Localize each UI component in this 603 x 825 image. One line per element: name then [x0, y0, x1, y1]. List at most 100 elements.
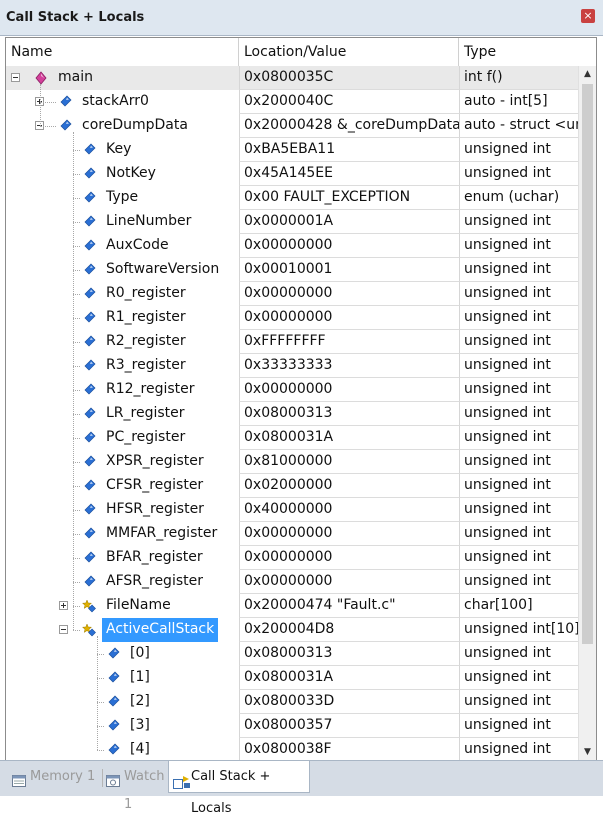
tree-guide-line — [73, 366, 80, 367]
tab-memory-1[interactable]: Memory 1 — [8, 763, 100, 791]
value-cell[interactable]: 0x0800033D — [239, 690, 459, 714]
type-cell: unsigned int — [459, 282, 578, 306]
value-cell[interactable]: 0x20000428 &_coreDumpData — [239, 114, 459, 138]
value-cell[interactable]: 0x40000000 — [239, 498, 459, 522]
scroll-down-icon[interactable]: ▼ — [579, 744, 596, 760]
scroll-up-icon[interactable]: ▲ — [579, 66, 596, 83]
collapse-icon[interactable] — [11, 73, 20, 82]
tree-row-auxcode[interactable]: AuxCode 0x00000000 unsigned int — [6, 234, 578, 258]
tree-row-activecallstack[interactable]: ActiveCallStack 0x200004D8 unsigned int[10… — [6, 618, 578, 642]
tree-row-bfar-register[interactable]: BFAR_register 0x00000000 unsigned int — [6, 546, 578, 570]
blue-diamond-icon — [106, 646, 120, 660]
value-cell[interactable]: 0x81000000 — [239, 450, 459, 474]
tree-row-key[interactable]: Key 0xBA5EBA11 unsigned int — [6, 138, 578, 162]
tree-guide-line — [73, 510, 80, 511]
tree-guide-line — [73, 222, 80, 223]
tree-guide-line — [73, 150, 80, 151]
tree-row-linenumber[interactable]: LineNumber 0x0000001A unsigned int — [6, 210, 578, 234]
tree-row-hfsr-register[interactable]: HFSR_register 0x40000000 unsigned int — [6, 498, 578, 522]
value-cell[interactable]: 0xBA5EBA11 — [239, 138, 459, 162]
value-cell[interactable]: 0x00000000 — [239, 570, 459, 594]
value-cell[interactable]: 0x2000040C — [239, 90, 459, 114]
value-cell[interactable]: 0x200004D8 — [239, 618, 459, 642]
expand-icon[interactable] — [59, 601, 68, 610]
value-cell[interactable]: 0x00000000 — [239, 234, 459, 258]
tree-guide-line — [73, 294, 80, 295]
blue-diamond-icon — [58, 94, 72, 108]
tree-row-r0-register[interactable]: R0_register 0x00000000 unsigned int — [6, 282, 578, 306]
value-cell[interactable]: 0x00000000 — [239, 522, 459, 546]
value-cell[interactable]: 0xFFFFFFFF — [239, 330, 459, 354]
tree-guide-line — [97, 678, 104, 679]
value-cell[interactable]: 0x0000001A — [239, 210, 459, 234]
value-cell[interactable]: 0x00000000 — [239, 306, 459, 330]
tree-row-coredumpdata[interactable]: coreDumpData 0x20000428 &_coreDumpData aut… — [6, 114, 578, 138]
tree-row-r1-register[interactable]: R1_register 0x00000000 unsigned int — [6, 306, 578, 330]
value-cell[interactable]: 0x00 FAULT_EXCEPTION — [239, 186, 459, 210]
tree-row-r2-register[interactable]: R2_register 0xFFFFFFFF unsigned int — [6, 330, 578, 354]
close-icon[interactable]: × — [581, 9, 595, 23]
tab-call-stack-locals[interactable]: Call Stack + Locals — [168, 761, 310, 816]
blue-diamond-icon — [82, 502, 96, 516]
name-cell: Key — [6, 138, 239, 162]
value-cell[interactable]: 0x45A145EE — [239, 162, 459, 186]
tree-row-r12-register[interactable]: R12_register 0x00000000 unsigned int — [6, 378, 578, 402]
vertical-scrollbar[interactable]: ▲ ▼ — [578, 66, 596, 760]
tree-row-cfsr-register[interactable]: CFSR_register 0x02000000 unsigned int — [6, 474, 578, 498]
tree-row-lr-register[interactable]: LR_register 0x08000313 unsigned int — [6, 402, 578, 426]
name-cell: R1_register — [6, 306, 239, 330]
tree-row-filename[interactable]: FileName 0x20000474 "Fault.c" char[100] — [6, 594, 578, 618]
value-cell[interactable]: 0x0800035C — [239, 66, 459, 90]
tree-row-r3-register[interactable]: R3_register 0x33333333 unsigned int — [6, 354, 578, 378]
tree-row-4[interactable]: [4] 0x0800038F unsigned int — [6, 738, 578, 760]
value-cell[interactable]: 0x02000000 — [239, 474, 459, 498]
collapse-icon[interactable] — [59, 625, 68, 634]
name-cell: [0] — [6, 642, 239, 666]
value-cell[interactable]: 0x08000313 — [239, 642, 459, 666]
value-cell[interactable]: 0x00000000 — [239, 282, 459, 306]
type-cell: auto - int[5] — [459, 90, 578, 114]
name-cell: BFAR_register — [6, 546, 239, 570]
scrollbar-thumb[interactable] — [582, 84, 593, 644]
tree-row-0[interactable]: [0] 0x08000313 unsigned int — [6, 642, 578, 666]
column-header-value[interactable]: Location/Value — [239, 38, 459, 66]
column-header-type[interactable]: Type — [459, 38, 596, 66]
tree-row-1[interactable]: [1] 0x0800031A unsigned int — [6, 666, 578, 690]
tree-guide-line — [73, 558, 80, 559]
tree-row-softwareversion[interactable]: SoftwareVersion 0x00010001 unsigned int — [6, 258, 578, 282]
tree-row-stackarr0[interactable]: stackArr0 0x2000040C auto - int[5] — [6, 90, 578, 114]
value-cell[interactable]: 0x08000357 — [239, 714, 459, 738]
tree-row-afsr-register[interactable]: AFSR_register 0x00000000 unsigned int — [6, 570, 578, 594]
value-cell[interactable]: 0x0800031A — [239, 666, 459, 690]
tree-row-type[interactable]: Type 0x00 FAULT_EXCEPTION enum (uchar) — [6, 186, 578, 210]
variable-name: XPSR_register — [106, 453, 204, 469]
value-cell[interactable]: 0x08000313 — [239, 402, 459, 426]
tree-row-xpsr-register[interactable]: XPSR_register 0x81000000 unsigned int — [6, 450, 578, 474]
tab-watch-1[interactable]: Watch 1 — [102, 763, 164, 812]
value-cell[interactable]: 0x20000474 "Fault.c" — [239, 594, 459, 618]
tree-guide-line — [73, 486, 80, 487]
tree-row-2[interactable]: [2] 0x0800033D unsigned int — [6, 690, 578, 714]
value-cell[interactable]: 0x33333333 — [239, 354, 459, 378]
name-cell: FileName — [6, 594, 239, 618]
tree-guide-line — [73, 462, 80, 463]
variable-name: R0_register — [106, 285, 186, 301]
value-cell[interactable]: 0x0800038F — [239, 738, 459, 760]
tree-guide-line — [73, 606, 80, 607]
tree-row-3[interactable]: [3] 0x08000357 unsigned int — [6, 714, 578, 738]
column-header-name[interactable]: Name — [6, 38, 239, 66]
column-header: Name Location/Value Type — [6, 38, 596, 67]
tree-row-mmfar-register[interactable]: MMFAR_register 0x00000000 unsigned int — [6, 522, 578, 546]
window-title: Call Stack + Locals — [6, 10, 145, 25]
value-cell[interactable]: 0x00010001 — [239, 258, 459, 282]
tree-row-notkey[interactable]: NotKey 0x45A145EE unsigned int — [6, 162, 578, 186]
value-cell[interactable]: 0x0800031A — [239, 426, 459, 450]
blue-diamond-icon — [82, 454, 96, 468]
value-cell[interactable]: 0x00000000 — [239, 378, 459, 402]
variable-name: stackArr0 — [82, 93, 149, 109]
tree-row-main[interactable]: main 0x0800035C int f() — [6, 66, 578, 90]
name-cell: [1] — [6, 666, 239, 690]
name-cell: [3] — [6, 714, 239, 738]
tree-row-pc-register[interactable]: PC_register 0x0800031A unsigned int — [6, 426, 578, 450]
value-cell[interactable]: 0x00000000 — [239, 546, 459, 570]
